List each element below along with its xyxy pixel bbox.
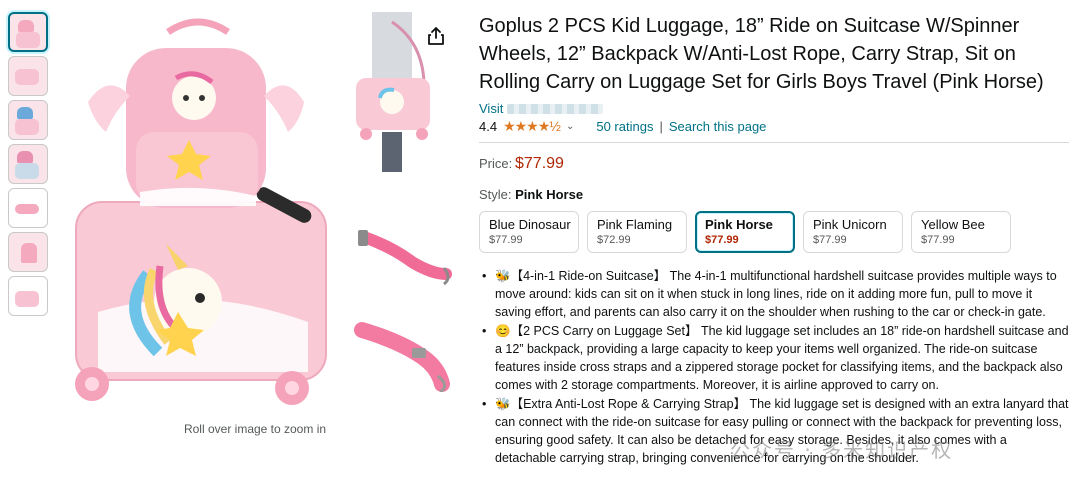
swatch-yellow-bee[interactable]: Yellow Bee $77.99 (911, 211, 1011, 253)
star-rating-icon[interactable]: ★★★★½ (503, 118, 561, 135)
style-row: Style: Pink Horse (479, 187, 1069, 202)
thumbnail-3[interactable] (8, 100, 48, 140)
style-swatches: Blue Dinosaur $77.99 Pink Flaming $72.99… (479, 211, 1069, 253)
thumbnail-6[interactable] (8, 232, 48, 272)
swatch-price: $77.99 (489, 234, 523, 246)
ratings-link[interactable]: 50 ratings (596, 119, 653, 134)
swatch-price: $77.99 (813, 234, 847, 246)
product-details: Goplus 2 PCS Kid Luggage, 18” Ride on Su… (479, 12, 1069, 468)
swatch-name: Yellow Bee (921, 217, 985, 232)
thumbnail-2[interactable] (8, 56, 48, 96)
visit-label: Visit (479, 101, 504, 116)
feature-bullet: 🐝【4-in-1 Ride-on Suitcase】 The 4-in-1 mu… (479, 267, 1071, 321)
swatch-pink-flaming[interactable]: Pink Flaming $72.99 (587, 211, 687, 253)
price-row: Price: $77.99 (479, 155, 1069, 173)
swatch-price: $77.99 (921, 234, 955, 246)
swatch-pink-unicorn[interactable]: Pink Unicorn $77.99 (803, 211, 903, 253)
product-title: Goplus 2 PCS Kid Luggage, 18” Ride on Su… (479, 15, 1044, 93)
rating-row: 4.4 ★★★★½ ⌄ 50 ratings | Search this pag… (479, 118, 1069, 135)
thumbnail-4[interactable] (8, 144, 48, 184)
style-label: Style: (479, 187, 512, 202)
rating-value: 4.4 (479, 119, 498, 134)
separator: | (659, 119, 663, 134)
side-product-images[interactable] (352, 12, 452, 392)
swatch-name: Pink Horse (705, 217, 773, 232)
price-value: $77.99 (515, 155, 564, 172)
thumbnail-7[interactable] (8, 276, 48, 316)
share-icon[interactable] (426, 26, 446, 46)
thumbnail-5[interactable] (8, 188, 48, 228)
swatch-name: Pink Flaming (597, 217, 673, 232)
blurred-store-name (507, 103, 604, 114)
zoom-hint: Roll over image to zoom in (183, 422, 327, 436)
swatch-price: $72.99 (597, 234, 631, 246)
swatch-pink-horse[interactable]: Pink Horse $77.99 (695, 211, 795, 253)
watermark: 公众号 · 多米知识产权 (730, 438, 954, 462)
search-this-page-link[interactable]: Search this page (669, 119, 767, 134)
visit-store-link[interactable]: Visit (479, 101, 1069, 116)
chevron-down-icon[interactable]: ⌄ (566, 121, 574, 132)
swatch-blue-dinosaur[interactable]: Blue Dinosaur $77.99 (479, 211, 579, 253)
swatch-name: Pink Unicorn (813, 217, 887, 232)
main-product-image[interactable] (58, 12, 350, 416)
thumbnail-strip (8, 12, 52, 320)
swatch-name: Blue Dinosaur (489, 217, 571, 232)
divider (479, 142, 1069, 143)
price-label: Price: (479, 156, 513, 171)
thumbnail-1[interactable] (8, 12, 48, 52)
style-selected: Pink Horse (515, 187, 584, 202)
swatch-price: $77.99 (705, 234, 739, 246)
feature-bullet: 😊【2 PCS Carry on Luggage Set】 The kid lu… (479, 322, 1071, 394)
